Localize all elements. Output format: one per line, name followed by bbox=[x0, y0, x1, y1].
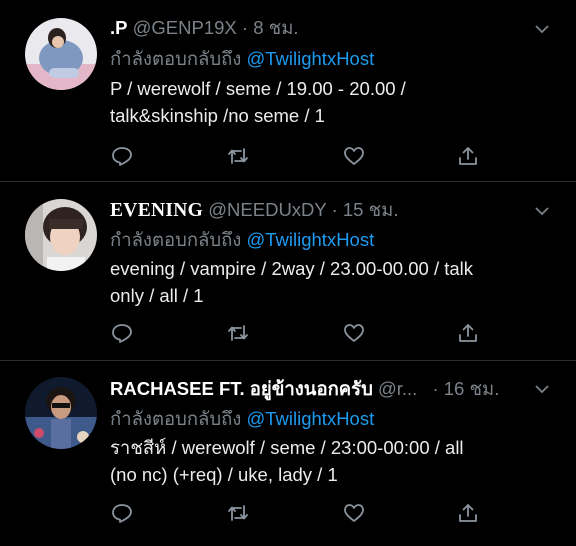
reply-prefix: กำลังตอบกลับถึง bbox=[110, 48, 242, 69]
chevron-down-icon[interactable] bbox=[534, 381, 550, 397]
like-icon bbox=[344, 147, 364, 165]
reply-icon bbox=[112, 504, 132, 523]
tweet-header: .P @GENP19X · 8 ชม. bbox=[110, 14, 299, 43]
avatar[interactable] bbox=[25, 377, 97, 449]
tweet-text-line: only / all / 1 bbox=[110, 285, 204, 306]
tweet-text: P / werewolf / seme / 19.00 - 20.00 / ta… bbox=[110, 75, 550, 129]
timestamp[interactable]: 8 ชม. bbox=[253, 17, 298, 38]
tweet[interactable]: RACHASEE FT. อยู่ข้างนอกครับ @r... · 16 … bbox=[0, 361, 576, 546]
reply-prefix: กำลังตอบกลับถึง bbox=[110, 408, 242, 429]
share-icon bbox=[459, 504, 477, 522]
reply-context: กำลังตอบกลับถึง @TwilightxHost bbox=[110, 226, 374, 255]
separator: · bbox=[432, 378, 439, 399]
reply-context: กำลังตอบกลับถึง @TwilightxHost bbox=[110, 45, 374, 74]
reply-button[interactable] bbox=[110, 144, 134, 168]
display-name[interactable]: .P bbox=[110, 17, 127, 38]
share-icon bbox=[459, 147, 477, 165]
retweet-button[interactable] bbox=[226, 321, 250, 345]
like-button[interactable] bbox=[342, 144, 366, 168]
reply-button[interactable] bbox=[110, 321, 134, 345]
display-name[interactable]: RACHASEE FT. อยู่ข้างนอกครับ bbox=[110, 378, 373, 399]
mention-link[interactable]: @TwilightxHost bbox=[246, 408, 374, 429]
display-name[interactable]: EVENING bbox=[110, 200, 203, 221]
tweet-text: evening / vampire / 2way / 23.00-00.00 /… bbox=[110, 255, 550, 309]
tweet-text-line: evening / vampire / 2way / 23.00-00.00 /… bbox=[110, 258, 474, 279]
retweet-icon bbox=[228, 505, 248, 521]
avatar[interactable] bbox=[25, 18, 97, 90]
tweet[interactable]: EVENING @NEEDUxDY · 15 ชม. กำลังตอบกลับถ… bbox=[0, 182, 576, 360]
reply-button[interactable] bbox=[110, 501, 134, 525]
tweet-actions bbox=[110, 144, 490, 168]
tweet-text-line: ราชสีห์ / werewolf / seme / 23:00-00:00 … bbox=[110, 437, 464, 458]
user-handle[interactable]: @GENP19X bbox=[133, 17, 237, 38]
reply-icon bbox=[112, 324, 132, 343]
reply-context: กำลังตอบกลับถึง @TwilightxHost bbox=[110, 405, 374, 434]
tweet-actions bbox=[110, 501, 490, 525]
tweet-text-line: talk&skinship /no seme / 1 bbox=[110, 105, 325, 126]
tweet-header: RACHASEE FT. อยู่ข้างนอกครับ @r... · 16 … bbox=[110, 375, 499, 404]
reply-icon bbox=[112, 147, 132, 166]
retweet-icon bbox=[228, 148, 248, 164]
mention-link[interactable]: @TwilightxHost bbox=[246, 229, 374, 250]
like-button[interactable] bbox=[342, 501, 366, 525]
tweet-actions bbox=[110, 321, 490, 345]
user-handle[interactable]: @r... bbox=[378, 378, 417, 399]
tweet-text-line: P / werewolf / seme / 19.00 - 20.00 / bbox=[110, 78, 406, 99]
retweet-icon bbox=[228, 325, 248, 341]
separator: · bbox=[241, 17, 249, 38]
tweet-header: EVENING @NEEDUxDY · 15 ชม. bbox=[110, 196, 398, 225]
like-icon bbox=[344, 324, 364, 342]
separator: · bbox=[331, 199, 338, 220]
timestamp[interactable]: 16 ชม. bbox=[444, 378, 500, 399]
share-button[interactable] bbox=[456, 321, 480, 345]
like-icon bbox=[344, 504, 364, 522]
retweet-button[interactable] bbox=[226, 501, 250, 525]
like-button[interactable] bbox=[342, 321, 366, 345]
avatar[interactable] bbox=[25, 199, 97, 271]
share-button[interactable] bbox=[456, 501, 480, 525]
tweet[interactable]: .P @GENP19X · 8 ชม. กำลังตอบกลับถึง @Twi… bbox=[0, 0, 576, 180]
tweet-text-line: (no nc) (+req) / uke, lady / 1 bbox=[110, 464, 338, 485]
chevron-down-icon[interactable] bbox=[534, 21, 550, 37]
reply-prefix: กำลังตอบกลับถึง bbox=[110, 229, 242, 250]
user-handle[interactable]: @NEEDUxDY bbox=[208, 199, 326, 220]
share-button[interactable] bbox=[456, 144, 480, 168]
mention-link[interactable]: @TwilightxHost bbox=[246, 48, 374, 69]
retweet-button[interactable] bbox=[226, 144, 250, 168]
share-icon bbox=[459, 324, 477, 342]
tweet-text: ราชสีห์ / werewolf / seme / 23:00-00:00 … bbox=[110, 434, 550, 488]
timestamp[interactable]: 15 ชม. bbox=[343, 199, 399, 220]
chevron-down-icon[interactable] bbox=[534, 203, 550, 219]
